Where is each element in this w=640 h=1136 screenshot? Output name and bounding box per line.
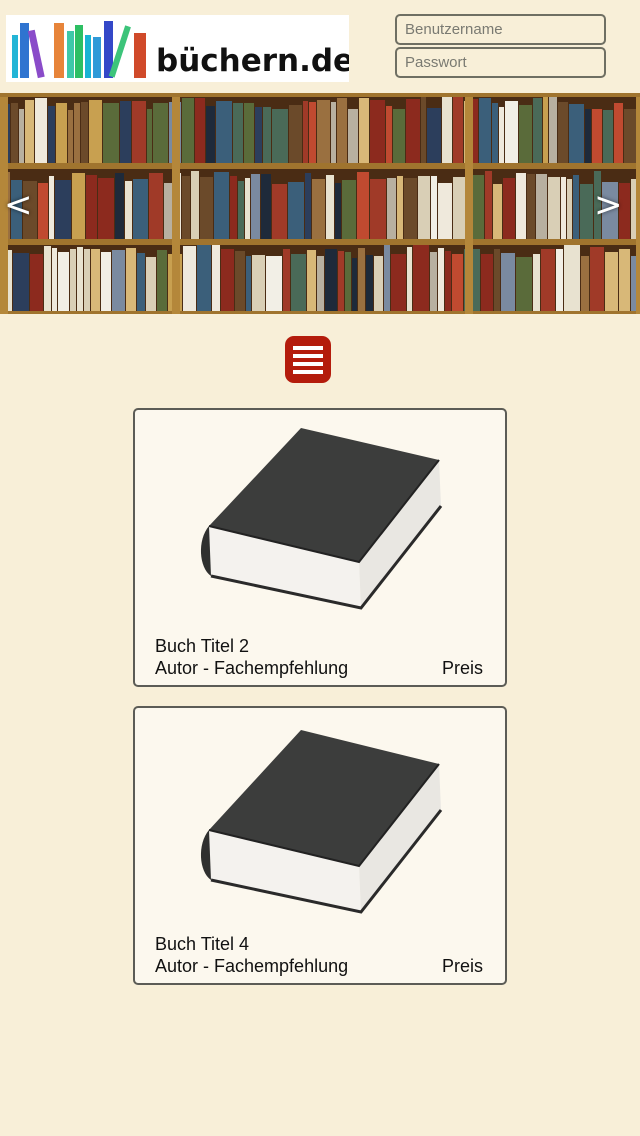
menu-button[interactable] xyxy=(285,336,331,383)
book-title: Buch Titel 4 xyxy=(155,934,250,954)
book-card[interactable]: Buch Titel 2 Autor - Fachempfehlung Prei… xyxy=(133,408,507,687)
logo-books-icon xyxy=(12,21,146,79)
book-cover-icon xyxy=(200,730,443,914)
bookshelf-banner: < > xyxy=(0,93,640,314)
username-input[interactable] xyxy=(395,14,606,45)
site-logo[interactable]: büchern.de xyxy=(6,15,349,82)
bookshelf-image xyxy=(0,93,640,314)
menu-bar xyxy=(293,346,323,350)
slider-next-arrow[interactable]: > xyxy=(594,188,623,222)
book-author: Autor - Fachempfehlung xyxy=(155,956,349,976)
book-cover-icon xyxy=(200,428,443,610)
slider-prev-arrow[interactable]: < xyxy=(4,188,33,222)
book-card[interactable]: Buch Titel 4 Autor - Fachempfehlung Prei… xyxy=(133,706,507,985)
menu-bar xyxy=(293,354,323,358)
book-author: Autor - Fachempfehlung xyxy=(155,658,349,678)
book-price: Preis xyxy=(441,658,483,678)
book-title: Buch Titel 2 xyxy=(155,636,250,656)
password-input[interactable] xyxy=(395,47,606,78)
logo-text: büchern.de xyxy=(156,43,349,79)
menu-bar xyxy=(293,362,323,366)
book-price: Preis xyxy=(441,956,483,976)
menu-bar xyxy=(293,370,323,374)
